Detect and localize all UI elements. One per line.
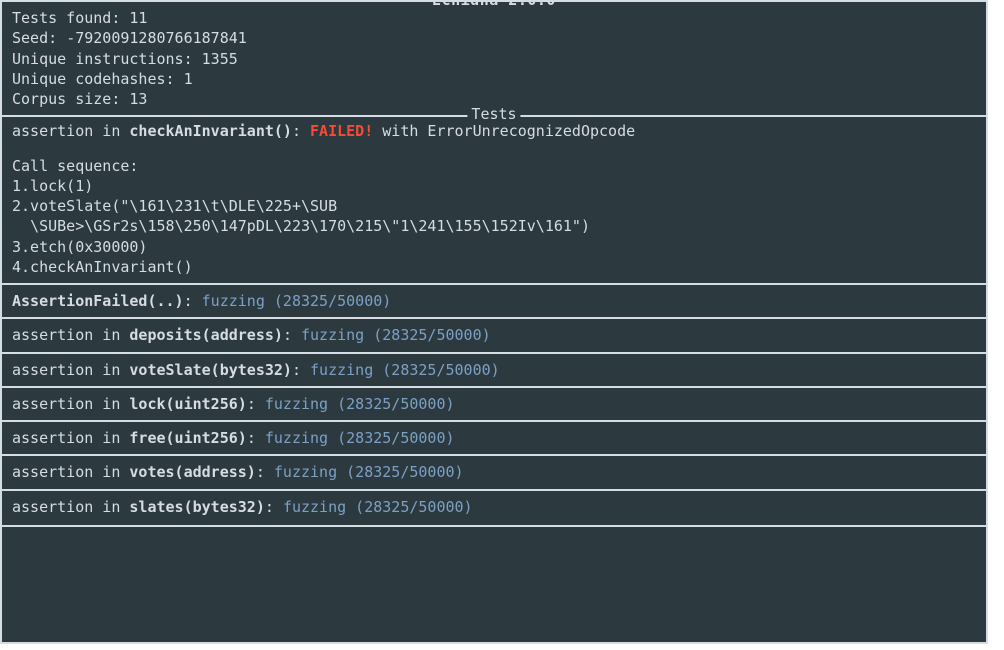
test-rows: AssertionFailed(..): fuzzing (28325/5000… (2, 283, 986, 527)
terminal-window: Echidna 2.0.0 Tests found: 11 Seed: -792… (0, 0, 988, 644)
corpus-size-label: Corpus size: (12, 90, 129, 108)
test-name: AssertionFailed(..) (12, 292, 184, 310)
tests-found-value: 11 (129, 9, 147, 27)
test-name: voteSlate(bytes32) (129, 361, 292, 379)
unique-codehashes-label: Unique codehashes: (12, 70, 184, 88)
failed-prefix: assertion in (12, 122, 129, 140)
test-row: assertion in voteSlate(bytes32): fuzzing… (2, 352, 986, 386)
test-row: assertion in slates(bytes32): fuzzing (2… (2, 489, 986, 523)
tests-area: assertion in checkAnInvariant(): FAILED!… (2, 117, 986, 283)
test-name: votes(address) (129, 463, 255, 481)
test-progress: fuzzing (28325/50000) (283, 498, 473, 516)
failed-test-name: checkAnInvariant() (129, 122, 292, 140)
failed-test-block: assertion in checkAnInvariant(): FAILED!… (12, 121, 976, 283)
test-prefix: assertion in (12, 429, 129, 447)
call-line: 2.voteSlate("\161\231\t\DLE\225+\SUB (12, 196, 976, 216)
test-prefix: assertion in (12, 395, 129, 413)
test-prefix: assertion in (12, 361, 129, 379)
test-colon: : (247, 429, 265, 447)
tests-section-label: Tests (467, 104, 520, 124)
call-line: 1.lock(1) (12, 176, 976, 196)
test-prefix: assertion in (12, 463, 129, 481)
test-row: assertion in deposits(address): fuzzing … (2, 317, 986, 351)
test-colon: : (256, 463, 274, 481)
test-progress: fuzzing (28325/50000) (274, 463, 464, 481)
corpus-size-value: 13 (129, 90, 147, 108)
call-line: \SUBe>\GSr2s\158\250\147pDL\223\170\215\… (12, 216, 976, 236)
call-line: 3.etch(0x30000) (12, 237, 976, 257)
test-name: free(uint256) (129, 429, 246, 447)
call-sequence: Call sequence: 1.lock(1) 2.voteSlate("\1… (12, 156, 976, 278)
failed-status: FAILED! (310, 122, 373, 140)
tests-found-line: Tests found: 11 (12, 8, 976, 28)
test-row: assertion in votes(address): fuzzing (28… (2, 454, 986, 488)
test-name: lock(uint256) (129, 395, 246, 413)
test-progress: fuzzing (28325/50000) (301, 326, 491, 344)
test-progress: fuzzing (28325/50000) (265, 429, 455, 447)
test-colon: : (247, 395, 265, 413)
tests-divider: Tests (2, 115, 986, 117)
failed-colon: : (292, 122, 310, 140)
seed-label: Seed: (12, 29, 66, 47)
unique-codehashes-value: 1 (184, 70, 193, 88)
seed-value: -7920091280766187841 (66, 29, 247, 47)
test-colon: : (265, 498, 283, 516)
test-name: deposits(address) (129, 326, 283, 344)
test-colon: : (283, 326, 301, 344)
test-progress: fuzzing (28325/50000) (202, 292, 392, 310)
call-line: 4.checkAnInvariant() (12, 257, 976, 277)
test-row: AssertionFailed(..): fuzzing (28325/5000… (2, 283, 986, 317)
unique-instructions-line: Unique instructions: 1355 (12, 49, 976, 69)
seed-line: Seed: -7920091280766187841 (12, 28, 976, 48)
test-colon: : (184, 292, 202, 310)
test-prefix: assertion in (12, 498, 129, 516)
unique-instructions-value: 1355 (202, 50, 238, 68)
call-sequence-label: Call sequence: (12, 156, 976, 176)
test-colon: : (292, 361, 310, 379)
test-progress: fuzzing (28325/50000) (265, 395, 455, 413)
failed-rest: with ErrorUnrecognizedOpcode (373, 122, 635, 140)
test-prefix: assertion in (12, 326, 129, 344)
unique-instructions-label: Unique instructions: (12, 50, 202, 68)
test-name: slates(bytes32) (129, 498, 264, 516)
app-title: Echidna 2.0.0 (424, 0, 564, 10)
test-row: assertion in lock(uint256): fuzzing (283… (2, 386, 986, 420)
test-row: assertion in free(uint256): fuzzing (283… (2, 420, 986, 454)
tests-found-label: Tests found: (12, 9, 129, 27)
test-progress: fuzzing (28325/50000) (310, 361, 500, 379)
stats-block: Tests found: 11 Seed: -79200912807661878… (2, 2, 986, 111)
end-divider (2, 525, 986, 527)
unique-codehashes-line: Unique codehashes: 1 (12, 69, 976, 89)
